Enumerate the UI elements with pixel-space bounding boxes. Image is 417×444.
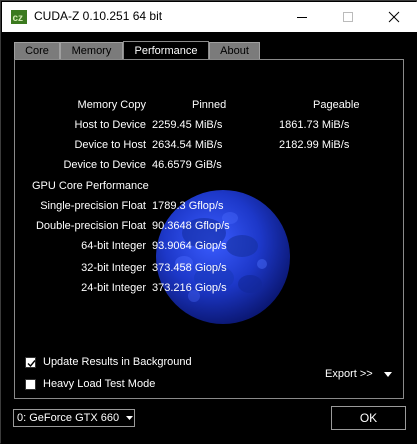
cuda-z-logo-icon: cz — [11, 10, 27, 24]
single-precision-row: Single-precision Float 1789.3 Gflop/s — [15, 200, 405, 216]
pinned-header: Pinned — [192, 99, 227, 111]
single-precision-label: Single-precision Float — [40, 200, 146, 212]
device-select-value: 0: GeForce GTX 660 — [17, 412, 120, 424]
export-dropdown-arrow-icon[interactable] — [384, 372, 392, 378]
window-title: CUDA-Z 0.10.251 64 bit — [34, 9, 163, 23]
performance-panel: Memory Copy Pinned Pageable Host to Devi… — [14, 59, 404, 399]
app-window: cz CUDA-Z 0.10.251 64 bit Core Memory Pe… — [0, 0, 417, 444]
int64-value: 93.9064 Giop/s — [152, 240, 227, 252]
host-to-device-row: Host to Device 2259.45 MiB/s 1861.73 MiB… — [15, 119, 405, 135]
gpu-core-header-row: GPU Core Performance — [15, 180, 405, 196]
export-button[interactable]: Export >> — [325, 368, 373, 380]
single-precision-value: 1789.3 Gflop/s — [152, 200, 224, 212]
int24-row: 24-bit Integer 373.216 Giop/s — [15, 282, 405, 298]
heavy-load-checkbox[interactable] — [25, 379, 36, 390]
device-to-host-pinned: 2634.54 MiB/s — [152, 139, 223, 151]
tab-about[interactable]: About — [209, 42, 260, 59]
int64-row: 64-bit Integer 93.9064 Giop/s — [15, 240, 405, 256]
device-to-host-row: Device to Host 2634.54 MiB/s 2182.99 MiB… — [15, 139, 405, 155]
int24-value: 373.216 Giop/s — [152, 282, 227, 294]
title-bar[interactable]: cz CUDA-Z 0.10.251 64 bit — [2, 2, 417, 32]
maximize-icon — [343, 12, 353, 22]
device-to-device-row: Device to Device 46.6579 GiB/s — [15, 159, 405, 175]
int24-label: 24-bit Integer — [81, 282, 146, 294]
update-in-background-label: Update Results in Background — [43, 356, 192, 368]
chevron-down-icon — [126, 416, 133, 420]
tab-performance[interactable]: Performance — [123, 41, 209, 60]
memory-copy-header-row: Memory Copy Pinned Pageable — [15, 99, 405, 115]
double-precision-value: 90.3648 Gflop/s — [152, 220, 230, 232]
maximize-button[interactable] — [325, 2, 371, 32]
host-to-device-pinned: 2259.45 MiB/s — [152, 119, 223, 131]
int32-row: 32-bit Integer 373.458 Giop/s — [15, 262, 405, 278]
device-to-host-label: Device to Host — [74, 139, 146, 151]
pageable-header: Pageable — [313, 99, 360, 111]
gpu-core-performance-label: GPU Core Performance — [32, 180, 149, 192]
memory-copy-label: Memory Copy — [77, 99, 146, 111]
tab-memory[interactable]: Memory — [60, 42, 123, 59]
ok-button[interactable]: OK — [331, 406, 406, 430]
close-icon — [388, 11, 400, 23]
double-precision-row: Double-precision Float 90.3648 Gflop/s — [15, 220, 405, 236]
device-to-host-pageable: 2182.99 MiB/s — [279, 139, 350, 151]
int32-label: 32-bit Integer — [81, 262, 146, 274]
minimize-icon — [297, 17, 307, 18]
update-in-background-checkbox[interactable] — [25, 357, 36, 368]
checkmark-icon — [27, 360, 36, 368]
device-select[interactable]: 0: GeForce GTX 660 — [13, 409, 135, 427]
host-to-device-pageable: 1861.73 MiB/s — [279, 119, 350, 131]
minimize-button[interactable] — [279, 2, 325, 32]
tab-core[interactable]: Core — [14, 42, 60, 59]
int64-label: 64-bit Integer — [81, 240, 146, 252]
heavy-load-label: Heavy Load Test Mode — [43, 378, 156, 390]
int32-value: 373.458 Giop/s — [152, 262, 227, 274]
close-button[interactable] — [371, 2, 417, 32]
device-to-device-pinned: 46.6579 GiB/s — [152, 159, 222, 171]
svg-text:cz: cz — [13, 13, 24, 24]
device-to-device-label: Device to Device — [63, 159, 146, 171]
double-precision-label: Double-precision Float — [35, 220, 146, 232]
tab-widget: Core Memory Performance About Memory Cop… — [1, 32, 417, 444]
host-to-device-label: Host to Device — [74, 119, 146, 131]
